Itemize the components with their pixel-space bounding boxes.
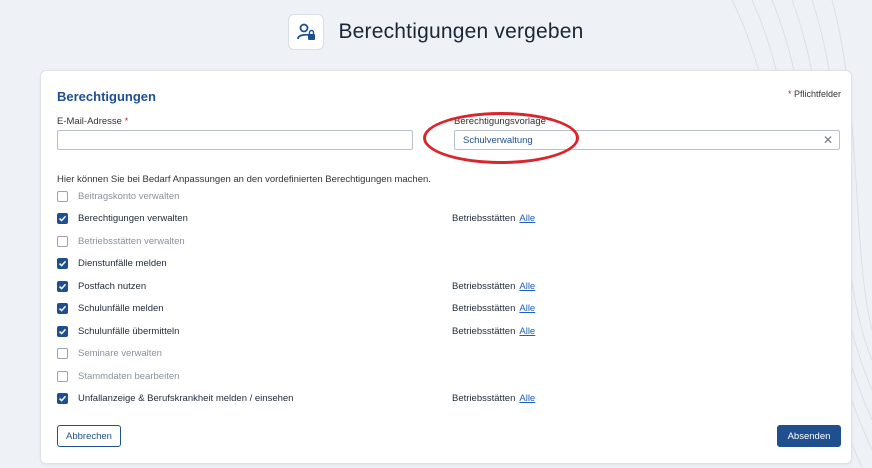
annotation-circle bbox=[423, 112, 579, 164]
check-icon bbox=[58, 260, 67, 267]
permission-row: Postfach nutzen Betriebsstätten Alle bbox=[57, 275, 837, 297]
checkbox-checked[interactable] bbox=[57, 303, 68, 314]
scope-link-all[interactable]: Alle bbox=[519, 303, 535, 314]
checkbox-checked[interactable] bbox=[57, 258, 68, 269]
email-label: E-Mail-Adresse * bbox=[57, 116, 128, 127]
scope-link-all[interactable]: Alle bbox=[519, 393, 535, 404]
permission-row: Berechtigungen verwalten Betriebsstätten A… bbox=[57, 208, 837, 230]
checkbox-checked[interactable] bbox=[57, 325, 68, 337]
page-header: Berechtigungen vergeben bbox=[0, 12, 872, 52]
check-icon bbox=[58, 328, 67, 335]
required-star: * bbox=[787, 89, 792, 99]
checkbox-checked[interactable] bbox=[57, 213, 68, 224]
cancel-button[interactable]: Abbrechen bbox=[57, 425, 121, 447]
scope-link-all[interactable]: Alle bbox=[519, 213, 535, 224]
scope-link-all[interactable]: Alle bbox=[519, 326, 535, 337]
form-hint: Hier können Sie bei Bedarf Anpassungen a… bbox=[57, 174, 431, 185]
permission-row: Seminare verwalten bbox=[57, 343, 837, 365]
permission-label: Seminare verwalten bbox=[78, 348, 162, 359]
scope-link-all[interactable]: Alle bbox=[519, 281, 535, 292]
clear-icon[interactable]: ✕ bbox=[823, 133, 833, 147]
permission-scope: Betriebsstätten Alle bbox=[452, 393, 535, 404]
required-note-label: Pflichtfelder bbox=[793, 89, 841, 99]
check-icon bbox=[58, 305, 67, 312]
permission-label: Postfach nutzen bbox=[78, 280, 147, 292]
checkbox-unchecked[interactable] bbox=[57, 235, 68, 247]
checkbox-checked[interactable] bbox=[57, 393, 68, 404]
permission-row: Beitragskonto verwalten bbox=[57, 185, 837, 207]
permission-label: Schulunfälle melden bbox=[78, 303, 164, 314]
permission-scope: Betriebsstätten Alle bbox=[452, 213, 535, 224]
email-required-star: * bbox=[124, 116, 129, 127]
check-icon bbox=[58, 395, 67, 402]
checkbox-checked[interactable] bbox=[57, 280, 68, 292]
permissions-form: Berechtigungen * Pflichtfelder E-Mail-Ad… bbox=[40, 70, 852, 464]
required-note: * Pflichtfelder bbox=[788, 89, 841, 99]
permission-scope: Betriebsstätten Alle bbox=[452, 326, 535, 337]
scope-label: Betriebsstätten bbox=[452, 280, 516, 292]
email-field[interactable] bbox=[57, 130, 413, 150]
submit-button[interactable]: Absenden bbox=[777, 425, 841, 447]
permission-scope: Betriebsstätten Alle bbox=[452, 303, 535, 314]
checkbox-unchecked[interactable] bbox=[57, 348, 68, 359]
permission-label: Unfallanzeige & Berufskrankheit melden /… bbox=[78, 393, 294, 404]
scope-label: Betriebsstätten bbox=[452, 325, 516, 337]
permission-row: Schulunfälle übermitteln Betriebsstätten A… bbox=[57, 320, 837, 342]
check-icon bbox=[58, 283, 67, 290]
section-title: Berechtigungen bbox=[57, 89, 156, 104]
check-icon bbox=[58, 215, 67, 222]
permission-row: Dienstunfälle melden bbox=[57, 253, 837, 275]
permission-label: Schulunfälle übermitteln bbox=[78, 325, 180, 337]
page-title: Berechtigungen vergeben bbox=[338, 20, 584, 43]
permission-scope: Betriebsstätten Alle bbox=[452, 281, 535, 292]
permission-row: Stammdaten bearbeiten bbox=[57, 365, 837, 387]
permission-label: Dienstunfälle melden bbox=[78, 258, 167, 269]
permission-label: Berechtigungen verwalten bbox=[78, 213, 188, 224]
scope-label: Betriebsstätten bbox=[452, 213, 516, 224]
permission-row: Betriebsstätten verwalten bbox=[57, 230, 837, 252]
permission-row: Unfallanzeige & Berufskrankheit melden /… bbox=[57, 388, 837, 410]
user-lock-icon bbox=[288, 14, 325, 50]
scope-label: Betriebsstätten bbox=[452, 303, 516, 314]
checkbox-unchecked[interactable] bbox=[57, 370, 68, 382]
permission-label: Betriebsstätten verwalten bbox=[78, 235, 185, 247]
permission-row: Schulunfälle melden Betriebsstätten Alle bbox=[57, 298, 837, 320]
scope-label: Betriebsstätten bbox=[452, 393, 516, 404]
checkbox-unchecked[interactable] bbox=[57, 190, 68, 202]
permission-label: Stammdaten bearbeiten bbox=[78, 370, 180, 382]
permission-label: Beitragskonto verwalten bbox=[78, 190, 180, 202]
email-label-text: E-Mail-Adresse bbox=[57, 116, 122, 127]
